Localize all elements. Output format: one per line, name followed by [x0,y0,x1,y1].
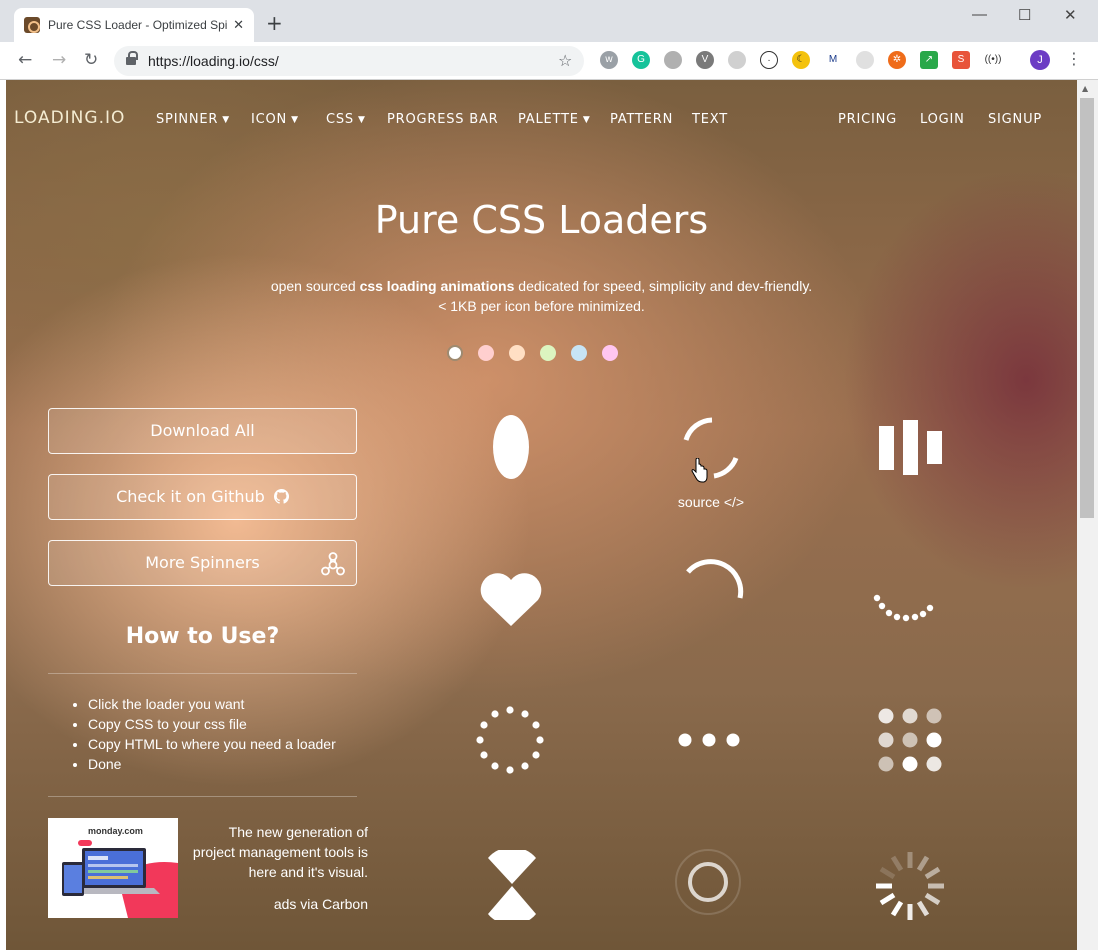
url-text: https://loading.io/css/ [148,53,279,69]
page-content: LOADING.IO SPINNER ▼ ICON ▼ CSS ▼ PROGRESS … [6,80,1077,950]
page-scrollbar[interactable]: ▲ [1077,80,1098,950]
subtitle-suffix: dedicated for speed, simplicity and dev-… [514,278,813,294]
loader-default[interactable] [474,704,546,776]
vue-devtools-icon[interactable]: V [696,51,714,69]
nav-item-text[interactable]: TEXT [692,112,728,127]
loader-ring[interactable] [676,558,748,630]
how-to-steps: Click the loader you want Copy CSS to yo… [88,694,336,774]
ad-image[interactable]: monday.com [48,818,178,918]
caret-down-icon: ▼ [582,115,591,125]
nav-item-css[interactable]: CSS ▼ [326,112,366,127]
step-item: Copy HTML to where you need a loader [88,734,336,754]
nav-item-signup[interactable]: SIGNUP [988,112,1042,127]
loader-ellipsis[interactable] [674,730,744,750]
nav-item-pricing[interactable]: PRICING [838,112,897,127]
browser-toolbar: ← → ↻ https://loading.io/css/ ☆ w G V · … [0,42,1098,80]
lock-icon [126,51,138,67]
profile-avatar[interactable]: J [1030,50,1050,70]
back-icon[interactable]: ← [18,50,32,70]
loader-ripple[interactable] [670,844,746,920]
caret-down-icon: ▼ [291,115,299,125]
loader-grid[interactable] [874,704,946,776]
forward-icon[interactable]: → [52,50,66,70]
palette-dot[interactable] [509,345,525,361]
loader-spinner[interactable] [872,848,948,924]
github-icon [273,475,289,519]
tab-title: Pure CSS Loader - Optimized Spi [48,18,228,32]
scroll-thumb[interactable] [1080,98,1094,518]
palette-dot[interactable] [447,345,463,361]
palette-dot[interactable] [478,345,494,361]
subtitle-prefix: open sourced [270,278,360,294]
extension-icon[interactable] [856,51,874,69]
fidget-spinner-icon [320,551,346,577]
extension-icon[interactable]: w [600,51,618,69]
hand-cursor-icon [691,458,708,483]
more-spinners-button[interactable]: More Spinners [48,540,357,586]
extension-icon[interactable] [664,51,682,69]
palette-dot[interactable] [540,345,556,361]
extension-icon[interactable]: ☾ [792,51,810,69]
ad-text[interactable]: The new generation of project management… [186,822,368,882]
github-button[interactable]: Check it on Github [48,474,357,520]
download-all-label: Download All [150,421,255,440]
ad-via-link[interactable]: ads via Carbon [186,896,368,912]
loader-dual-ring[interactable] [674,412,746,484]
loader-heart[interactable] [476,568,546,628]
page-title: Pure CSS Loaders [374,198,709,242]
extension-icon[interactable]: S [952,51,970,69]
loader-roller[interactable] [870,588,940,634]
caret-down-icon: ▼ [357,115,366,125]
loader-hourglass[interactable] [482,850,542,920]
favicon-icon [24,17,40,33]
nav-item-progress-bar[interactable]: PROGRESS BAR [387,112,499,127]
nav-item-spinner[interactable]: SPINNER ▼ [156,112,230,127]
ad-logo-text: monday.com [88,826,143,836]
close-tab-icon[interactable]: ✕ [233,18,244,33]
nav-item-palette[interactable]: PALETTE ▼ [518,112,591,127]
how-to-use-heading: How to Use? [125,624,280,649]
download-all-button[interactable]: Download All [48,408,357,454]
loader-circle[interactable] [476,410,546,480]
more-spinners-label: More Spinners [145,553,260,572]
subtitle-bold: css loading animations [359,278,515,294]
browser-chrome: Pure CSS Loader - Optimized Spi ✕ + — ☐ … [0,0,1098,80]
bookmark-star-icon[interactable]: ☆ [558,51,572,70]
hero-subtitle: open sourced css loading animations dedi… [6,276,1077,316]
nav-item-icon[interactable]: ICON ▼ [251,112,299,127]
source-link[interactable]: source </> [646,494,776,510]
extension-icon[interactable]: ((•)) [984,51,1002,69]
reload-icon[interactable]: ↻ [84,50,98,70]
divider [48,673,357,674]
step-item: Done [88,754,336,774]
menu-kebab-icon[interactable]: ⋮ [1066,49,1082,68]
palette-dot[interactable] [571,345,587,361]
maximize-icon[interactable]: ☐ [1018,6,1031,24]
site-logo[interactable]: LOADING.IO [14,108,125,128]
palette-dot[interactable] [602,345,618,361]
step-item: Copy CSS to your css file [88,714,336,734]
step-item: Click the loader you want [88,694,336,714]
extension-icon[interactable]: M [824,51,842,69]
extension-icon[interactable]: · [760,51,778,69]
grammarly-icon[interactable]: G [632,51,650,69]
site-nav: LOADING.IO SPINNER ▼ ICON ▼ CSS ▼ PROGRESS … [6,80,1077,160]
address-bar[interactable]: https://loading.io/css/ ☆ [114,46,584,76]
loader-facebook[interactable] [874,420,944,480]
github-label: Check it on Github [116,487,265,506]
divider [48,796,357,797]
tab-strip: Pure CSS Loader - Optimized Spi ✕ + — ☐ … [0,0,1098,42]
nav-item-login[interactable]: LOGIN [920,112,965,127]
browser-tab[interactable]: Pure CSS Loader - Optimized Spi ✕ [14,8,254,42]
extension-icon[interactable]: ↗ [920,51,938,69]
scroll-up-icon[interactable]: ▲ [1082,84,1088,93]
subtitle-line2: < 1KB per icon before minimized. [438,298,645,314]
minimize-icon[interactable]: — [972,6,987,23]
extension-icon[interactable] [728,51,746,69]
extension-icon[interactable]: ✲ [888,51,906,69]
nav-item-pattern[interactable]: PATTERN [610,112,673,127]
caret-down-icon: ▼ [222,115,230,125]
new-tab-icon[interactable]: + [266,13,283,33]
close-window-icon[interactable]: ✕ [1064,6,1077,24]
